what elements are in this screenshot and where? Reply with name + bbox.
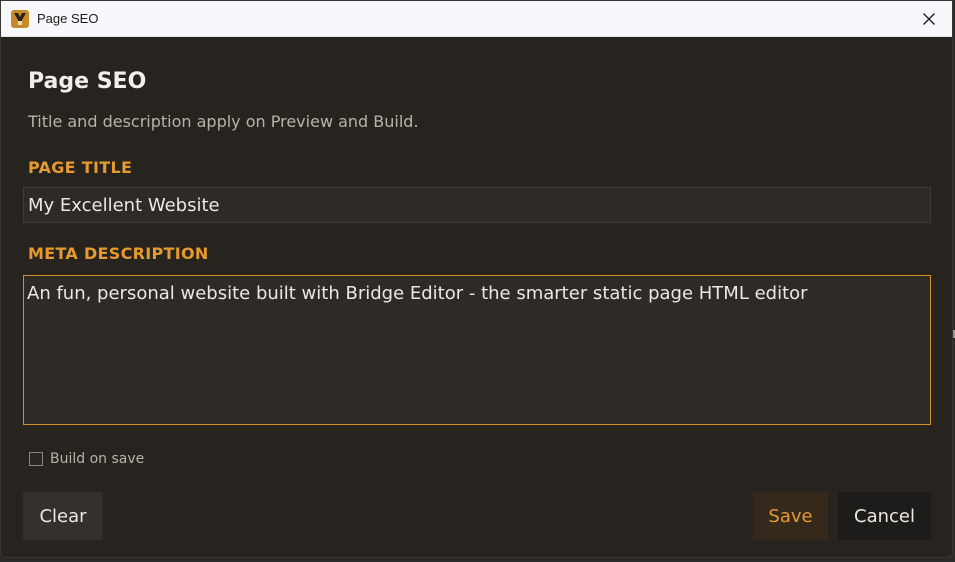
meta-description-label: META DESCRIPTION xyxy=(28,244,209,263)
build-on-save-checkbox[interactable] xyxy=(29,452,43,466)
save-button[interactable]: Save xyxy=(753,492,828,540)
build-on-save-row: Build on save xyxy=(23,451,930,467)
cancel-button[interactable]: Cancel xyxy=(838,492,931,540)
close-button[interactable] xyxy=(906,1,952,36)
page-title-input[interactable] xyxy=(23,187,931,223)
close-icon xyxy=(923,12,935,25)
dialog-heading: Page SEO xyxy=(28,69,147,94)
window-title: Page SEO xyxy=(37,11,99,26)
page-seo-window: Page SEO Page SEO Title and description … xyxy=(0,0,953,558)
dialog-content: Page SEO Title and description apply on … xyxy=(1,69,952,467)
dialog-subtitle: Title and description apply on Preview a… xyxy=(28,112,419,131)
meta-description-textarea[interactable]: An fun, personal website built with Brid… xyxy=(23,275,931,425)
build-on-save-label[interactable]: Build on save xyxy=(50,451,144,467)
bridge-editor-logo-icon xyxy=(11,9,29,28)
clear-button[interactable]: Clear xyxy=(23,492,103,540)
page-title-label: PAGE TITLE xyxy=(28,158,133,177)
title-bar: Page SEO xyxy=(1,1,952,37)
